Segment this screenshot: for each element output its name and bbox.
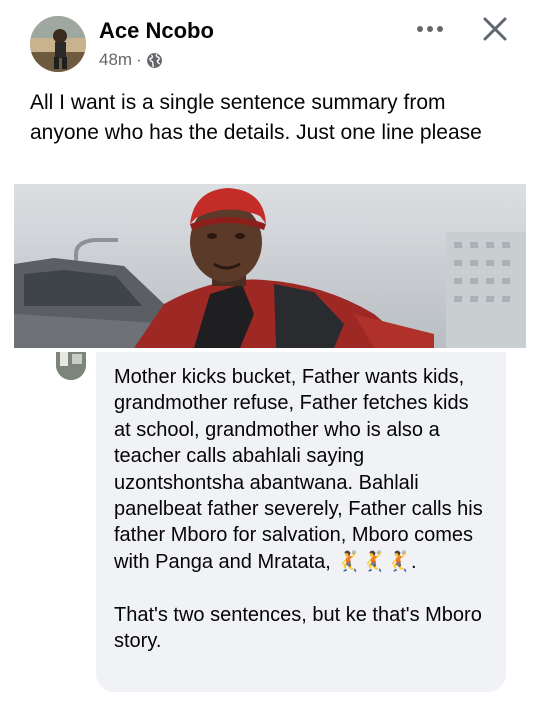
author-avatar[interactable] bbox=[30, 16, 86, 72]
commenter-photo bbox=[56, 352, 86, 380]
facebook-post: Ace Ncobo 48m · All I want is a single s… bbox=[0, 0, 540, 703]
post-caption: All I want is a single sentence summary … bbox=[30, 91, 482, 144]
post-header: Ace Ncobo 48m · bbox=[0, 0, 540, 84]
avatar-photo bbox=[30, 16, 86, 72]
more-dots-icon[interactable] bbox=[412, 14, 448, 44]
movie-still-photo bbox=[14, 184, 526, 348]
close-icon[interactable] bbox=[478, 12, 512, 46]
meta-separator: · bbox=[136, 50, 142, 69]
comment-bubble: Mother kicks bucket, Father wants kids, … bbox=[96, 352, 506, 692]
post-meta: 48m · bbox=[99, 50, 163, 70]
post-image[interactable] bbox=[14, 184, 526, 348]
commenter-avatar[interactable] bbox=[56, 352, 86, 380]
globe-icon bbox=[146, 52, 162, 68]
comment-text: Mother kicks bucket, Father wants kids, … bbox=[114, 366, 483, 653]
post-timestamp[interactable]: 48m bbox=[99, 50, 132, 70]
author-name[interactable]: Ace Ncobo bbox=[99, 18, 214, 44]
